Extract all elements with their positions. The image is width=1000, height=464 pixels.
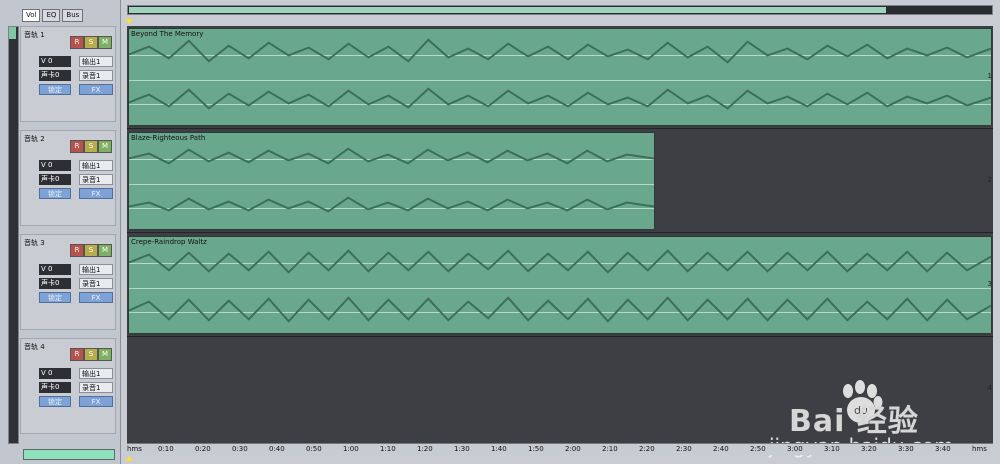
input-field[interactable]: 声卡0	[39, 70, 71, 81]
volume-field[interactable]: V 0	[39, 264, 71, 275]
ruler-label: 0:30	[232, 445, 248, 453]
lane-1: Beyond The Memory 1	[127, 26, 993, 129]
ruler-label: 0:10	[158, 445, 174, 453]
track-header-3[interactable]: 音轨 3 R S M V 0 输出1 声卡0 录音1 锁定 FX	[20, 234, 116, 330]
mute-button[interactable]: M	[98, 140, 112, 153]
lane-3: Crepe-Raindrop Waltz 3	[127, 234, 993, 337]
output-field[interactable]: 输出1	[79, 160, 113, 171]
record-mode-field[interactable]: 录音1	[79, 70, 113, 81]
ruler-label: 2:40	[713, 445, 729, 453]
master-level-cap	[9, 27, 16, 39]
waveform	[129, 38, 991, 110]
lock-button[interactable]: 锁定	[39, 188, 71, 199]
solo-button[interactable]: S	[84, 244, 98, 257]
audio-clip-2[interactable]: Blaze-Righteous Path	[128, 132, 655, 230]
clip-title: Crepe-Raindrop Waltz	[131, 238, 207, 246]
ruler-label: 1:10	[380, 445, 396, 453]
volume-field[interactable]: V 0	[39, 56, 71, 67]
track-header-2[interactable]: 音轨 2 R S M V 0 输出1 声卡0 录音1 锁定 FX	[20, 130, 116, 226]
audio-clip-3[interactable]: Crepe-Raindrop Waltz	[128, 236, 992, 334]
input-field[interactable]: 声卡0	[39, 382, 71, 393]
output-field[interactable]: 输出1	[79, 368, 113, 379]
waveform	[129, 249, 991, 323]
volume-field[interactable]: V 0	[39, 368, 71, 379]
ruler-label: hms	[972, 445, 987, 453]
master-level-meter	[8, 26, 19, 444]
playhead-bottom-icon[interactable]	[125, 456, 133, 461]
fx-button[interactable]: FX	[79, 396, 113, 407]
volume-field[interactable]: V 0	[39, 160, 71, 171]
record-button[interactable]: R	[70, 348, 84, 361]
input-field[interactable]: 声卡0	[39, 278, 71, 289]
fx-button[interactable]: FX	[79, 292, 113, 303]
clip-title: Beyond The Memory	[131, 30, 204, 38]
ruler-label: 2:30	[676, 445, 692, 453]
mute-button[interactable]: M	[98, 244, 112, 257]
multitrack-timeline[interactable]: Beyond The Memory 1 Blaze-Righteous Path…	[127, 26, 993, 458]
ruler-label: 0:50	[306, 445, 322, 453]
ruler-label: 2:10	[602, 445, 618, 453]
mute-button[interactable]: M	[98, 36, 112, 49]
ruler-label: 1:40	[491, 445, 507, 453]
track-header-4[interactable]: 音轨 4 R S M V 0 输出1 声卡0 录音1 锁定 FX	[20, 338, 116, 434]
ruler-label: 1:00	[343, 445, 359, 453]
ruler-label: 1:20	[417, 445, 433, 453]
time-ruler[interactable]: hms 0:10 0:20 0:30 0:40 0:50 1:00 1:10 1…	[127, 443, 993, 455]
tab-eq[interactable]: EQ	[42, 9, 61, 22]
lane-2: Blaze-Righteous Path 2	[127, 130, 993, 233]
ruler-label: 3:30	[898, 445, 914, 453]
input-field[interactable]: 声卡0	[39, 174, 71, 185]
ruler-label: 2:20	[639, 445, 655, 453]
solo-button[interactable]: S	[84, 36, 98, 49]
record-button[interactable]: R	[70, 244, 84, 257]
scroll-thumb[interactable]	[129, 7, 886, 13]
ruler-label: 0:40	[269, 445, 285, 453]
ruler-label: 3:20	[861, 445, 877, 453]
clip-title: Blaze-Righteous Path	[131, 134, 206, 142]
record-mode-field[interactable]: 录音1	[79, 174, 113, 185]
lane-number: 2	[987, 176, 992, 184]
track-name: 音轨 3	[24, 239, 45, 247]
ruler-label: 3:00	[787, 445, 803, 453]
horizontal-scrollbar-top[interactable]	[127, 5, 993, 15]
ruler-label: 0:20	[195, 445, 211, 453]
tab-vol[interactable]: Vol	[22, 9, 41, 22]
track-name: 音轨 1	[24, 31, 45, 39]
output-field[interactable]: 输出1	[79, 264, 113, 275]
record-button[interactable]: R	[70, 140, 84, 153]
playhead-top-icon[interactable]	[125, 19, 133, 24]
lane-number: 3	[987, 280, 992, 288]
record-mode-field[interactable]: 录音1	[79, 382, 113, 393]
lock-button[interactable]: 锁定	[39, 292, 71, 303]
fx-button[interactable]: FX	[79, 188, 113, 199]
mute-button[interactable]: M	[98, 348, 112, 361]
waveform	[129, 147, 654, 213]
lane-number: 1	[987, 72, 992, 80]
tab-bus[interactable]: Bus	[62, 9, 84, 22]
fx-button[interactable]: FX	[79, 84, 113, 95]
ruler-label: 2:00	[565, 445, 581, 453]
ruler-label: 1:30	[454, 445, 470, 453]
bottom-level-meter	[23, 449, 115, 460]
lane-number: 4	[987, 384, 992, 392]
lock-button[interactable]: 锁定	[39, 396, 71, 407]
ruler-label: 3:40	[935, 445, 951, 453]
track-name: 音轨 2	[24, 135, 45, 143]
audio-clip-1[interactable]: Beyond The Memory	[128, 28, 992, 126]
track-name: 音轨 4	[24, 343, 45, 351]
ruler-label: hms	[127, 445, 142, 453]
record-button[interactable]: R	[70, 36, 84, 49]
view-tabs: Vol EQ Bus	[22, 9, 84, 22]
track-header-1[interactable]: 音轨 1 R S M V 0 输出1 声卡0 录音1 锁定 FX	[20, 26, 116, 122]
ruler-label: 3:10	[824, 445, 840, 453]
ruler-label: 1:50	[528, 445, 544, 453]
output-field[interactable]: 输出1	[79, 56, 113, 67]
ruler-label: 2:50	[750, 445, 766, 453]
record-mode-field[interactable]: 录音1	[79, 278, 113, 289]
solo-button[interactable]: S	[84, 140, 98, 153]
solo-button[interactable]: S	[84, 348, 98, 361]
lock-button[interactable]: 锁定	[39, 84, 71, 95]
